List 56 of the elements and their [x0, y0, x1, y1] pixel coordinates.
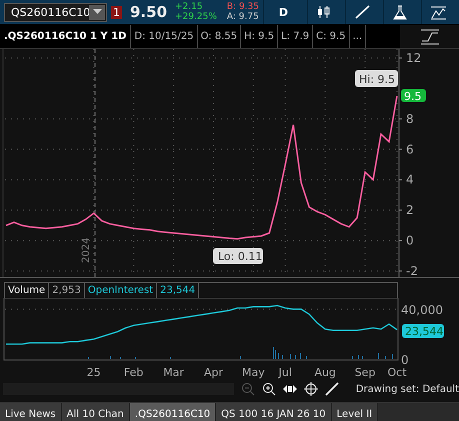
- open-interest-label: OpenInterest: [84, 283, 158, 298]
- axis-label: 0: [406, 234, 414, 248]
- open-interest-badge: 23,544: [402, 324, 444, 338]
- ohlc-value: H: 9.5: [241, 25, 278, 48]
- tab[interactable]: All 10 Chan: [62, 403, 130, 421]
- last-price-badge: 9.5: [401, 89, 426, 103]
- ohlc-value: ...: [350, 25, 366, 48]
- axis-label: 0: [401, 353, 409, 367]
- last-price: 9.50: [130, 3, 168, 21]
- crosshair-icon[interactable]: [304, 382, 318, 396]
- month-label: Aug: [314, 366, 336, 379]
- symbol-field[interactable]: QS260116C10: [4, 2, 107, 22]
- percent-change: +29.25%: [175, 12, 217, 22]
- axis-label: 8: [406, 112, 414, 126]
- high-label: Hi: 9.5: [355, 70, 398, 87]
- tab[interactable]: .QS260116C10: [130, 403, 216, 421]
- bid-price: B: 9.35: [226, 2, 259, 12]
- zoom-in-icon[interactable]: [262, 382, 276, 396]
- ohlc-value: D: 10/15/25: [131, 25, 198, 48]
- studies-icon[interactable]: [400, 25, 459, 48]
- axis-label: 6: [406, 142, 414, 156]
- open-interest-value: 23,544: [157, 283, 200, 298]
- aggregation-button[interactable]: D: [262, 0, 303, 24]
- month-label: Apr: [204, 366, 223, 379]
- year-marker: 2024: [81, 238, 92, 263]
- axis-label: 12: [406, 51, 422, 65]
- chart-title: .QS260116C10 1 Y 1D: [0, 25, 132, 48]
- month-label: Jul: [278, 366, 292, 379]
- month-label: Feb: [124, 366, 144, 379]
- volume-label: Volume: [5, 283, 50, 298]
- tab[interactable]: Live News: [0, 403, 62, 421]
- volume-value: 2,953: [49, 283, 85, 298]
- zoom-out-icon[interactable]: [240, 382, 255, 396]
- low-label: Lo: 0.11: [213, 248, 263, 264]
- month-label: Sep: [354, 366, 376, 379]
- ask-price: A: 9.75: [226, 12, 259, 22]
- dropdown-button[interactable]: [89, 4, 105, 20]
- axis-label: 40,000: [401, 303, 443, 318]
- pan-icon[interactable]: [282, 382, 297, 396]
- month-label: Oct: [387, 366, 407, 379]
- caret-icon: [92, 9, 102, 15]
- tab[interactable]: QS 100 16 JAN 26 10: [216, 403, 332, 421]
- ohlc-value: C: 9.5: [313, 25, 350, 48]
- tab[interactable]: Level II: [332, 403, 378, 421]
- axis-label: 4: [406, 172, 414, 187]
- axis-label: -2: [406, 264, 418, 277]
- ohlc-value: L: 7.9: [278, 25, 314, 48]
- month-label: May: [242, 366, 265, 379]
- drawing-set-label[interactable]: Drawing set: Default: [356, 384, 459, 394]
- alert-badge[interactable]: 1: [111, 6, 122, 18]
- ohlc-value: O: 8.55: [198, 25, 242, 48]
- net-change: +2.15: [175, 2, 204, 12]
- month-label: Mar: [163, 366, 184, 379]
- month-label: 25: [86, 366, 101, 379]
- pencil-icon[interactable]: [324, 382, 339, 396]
- axis-label: 2: [406, 203, 414, 218]
